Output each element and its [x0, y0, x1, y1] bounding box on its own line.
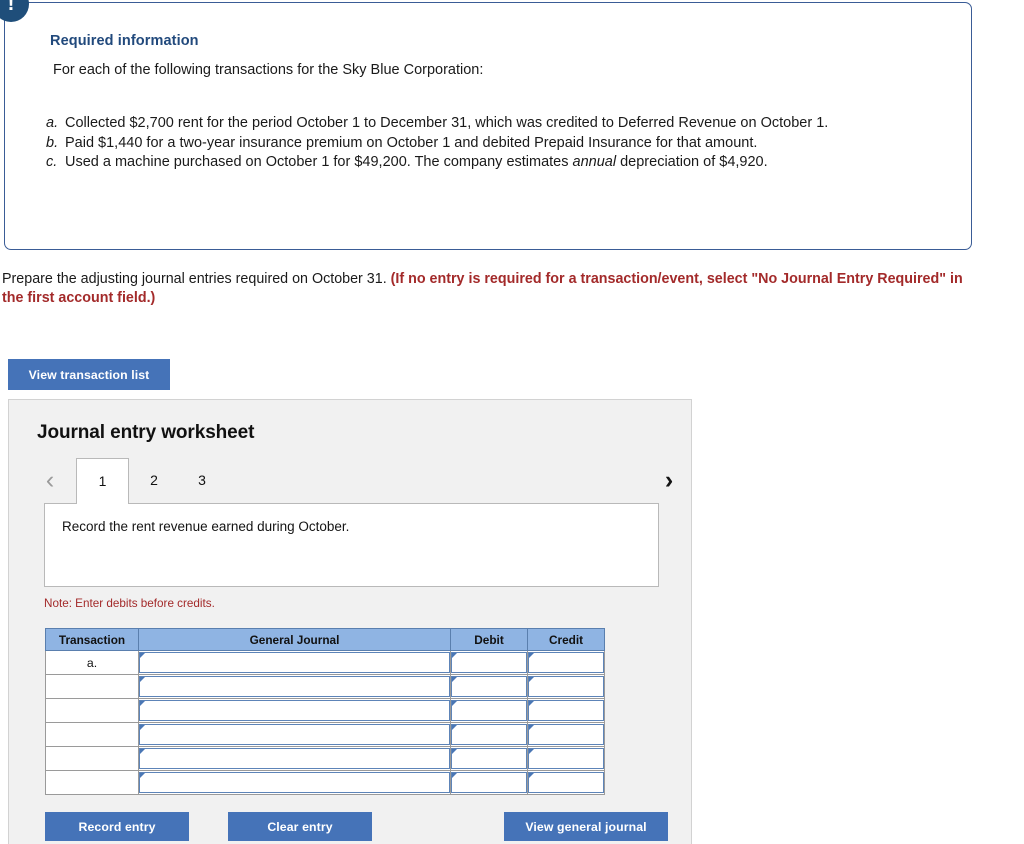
required-information-intro: For each of the following transactions f…	[53, 62, 484, 78]
debit-input[interactable]	[451, 700, 527, 721]
credit-input[interactable]	[528, 652, 604, 673]
worksheet-tab-2[interactable]: 2	[134, 458, 174, 504]
credit-input[interactable]	[528, 676, 604, 697]
journal-entry-worksheet-card: Journal entry worksheet ‹ 1 2 3 › Record…	[8, 399, 692, 844]
cell-transaction	[45, 674, 139, 699]
cell-debit[interactable]	[450, 674, 528, 699]
cell-credit[interactable]	[527, 746, 605, 771]
list-item: a. Collected $2,700 rent for the period O…	[46, 114, 828, 134]
cell-general-journal[interactable]	[138, 698, 451, 723]
cell-general-journal[interactable]	[138, 722, 451, 747]
required-information-title: Required information	[50, 33, 199, 49]
exclamation-icon: !	[0, 0, 29, 22]
cell-transaction	[45, 722, 139, 747]
chevron-right-icon[interactable]: ›	[656, 463, 682, 497]
table-row	[45, 698, 605, 723]
column-header-transaction: Transaction	[45, 628, 139, 651]
worksheet-prompt-box: Record the rent revenue earned during Oc…	[44, 503, 659, 587]
table-row: a.	[45, 650, 605, 675]
debit-input[interactable]	[451, 676, 527, 697]
list-item-marker: c.	[46, 154, 58, 170]
cell-transaction	[45, 770, 139, 795]
debit-input[interactable]	[451, 652, 527, 673]
list-item-emphasis: annual	[572, 154, 617, 170]
journal-entry-table: Transaction General Journal Debit Credit…	[45, 628, 605, 795]
cell-debit[interactable]	[450, 746, 528, 771]
worksheet-prompt-text: Record the rent revenue earned during Oc…	[62, 519, 350, 534]
required-information-panel: ! Required information For each of the f…	[0, 0, 972, 250]
table-row	[45, 674, 605, 699]
prepare-plain-text: Prepare the adjusting journal entries re…	[2, 271, 391, 287]
credit-input[interactable]	[528, 724, 604, 745]
cell-transaction: a.	[45, 650, 139, 675]
worksheet-tabs: ‹ 1 2 3 ›	[37, 458, 682, 504]
general-journal-select[interactable]	[139, 700, 450, 721]
cell-debit[interactable]	[450, 698, 528, 723]
list-item-text-after: depreciation of $4,920.	[616, 154, 768, 170]
chevron-left-icon[interactable]: ‹	[37, 463, 63, 497]
cell-general-journal[interactable]	[138, 650, 451, 675]
view-transaction-list-button[interactable]: View transaction list	[8, 359, 170, 390]
credit-input[interactable]	[528, 700, 604, 721]
column-header-general-journal: General Journal	[138, 628, 451, 651]
general-journal-select[interactable]	[139, 772, 450, 793]
cell-general-journal[interactable]	[138, 746, 451, 771]
transaction-list: a. Collected $2,700 rent for the period O…	[46, 114, 828, 173]
cell-credit[interactable]	[527, 674, 605, 699]
list-item-text: Collected $2,700 rent for the period Oct…	[65, 115, 829, 131]
list-item-text: Used a machine purchased on October 1 fo…	[65, 154, 573, 170]
general-journal-select[interactable]	[139, 676, 450, 697]
cell-debit[interactable]	[450, 650, 528, 675]
prepare-instructions: Prepare the adjusting journal entries re…	[2, 270, 982, 307]
clear-entry-button[interactable]: Clear entry	[228, 812, 372, 841]
cell-transaction	[45, 698, 139, 723]
list-item-marker: a.	[46, 115, 59, 131]
worksheet-tab-3[interactable]: 3	[182, 458, 222, 504]
cell-transaction	[45, 746, 139, 771]
cell-general-journal[interactable]	[138, 674, 451, 699]
list-item-text: Paid $1,440 for a two-year insurance pre…	[65, 134, 758, 151]
table-row	[45, 770, 605, 795]
debit-input[interactable]	[451, 724, 527, 745]
table-row	[45, 722, 605, 747]
list-item: b. Paid $1,440 for a two-year insurance p…	[46, 134, 828, 154]
table-row	[45, 746, 605, 771]
debit-input[interactable]	[451, 772, 527, 793]
general-journal-select[interactable]	[139, 748, 450, 769]
cell-credit[interactable]	[527, 698, 605, 723]
worksheet-tab-1[interactable]: 1	[76, 458, 129, 504]
column-header-debit: Debit	[450, 628, 528, 651]
column-header-credit: Credit	[527, 628, 605, 651]
credit-input[interactable]	[528, 772, 604, 793]
list-item-marker: b.	[46, 134, 59, 151]
list-item: c. Used a machine purchased on October 1 …	[46, 153, 828, 173]
view-general-journal-button[interactable]: View general journal	[504, 812, 668, 841]
worksheet-title: Journal entry worksheet	[37, 422, 255, 443]
credit-input[interactable]	[528, 748, 604, 769]
general-journal-select[interactable]	[139, 724, 450, 745]
cell-credit[interactable]	[527, 722, 605, 747]
debits-before-credits-note: Note: Enter debits before credits.	[44, 597, 215, 610]
general-journal-select[interactable]	[139, 652, 450, 673]
cell-credit[interactable]	[527, 650, 605, 675]
cell-credit[interactable]	[527, 770, 605, 795]
cell-debit[interactable]	[450, 770, 528, 795]
cell-general-journal[interactable]	[138, 770, 451, 795]
table-header-row: Transaction General Journal Debit Credit	[45, 628, 605, 651]
cell-debit[interactable]	[450, 722, 528, 747]
record-entry-button[interactable]: Record entry	[45, 812, 189, 841]
debit-input[interactable]	[451, 748, 527, 769]
